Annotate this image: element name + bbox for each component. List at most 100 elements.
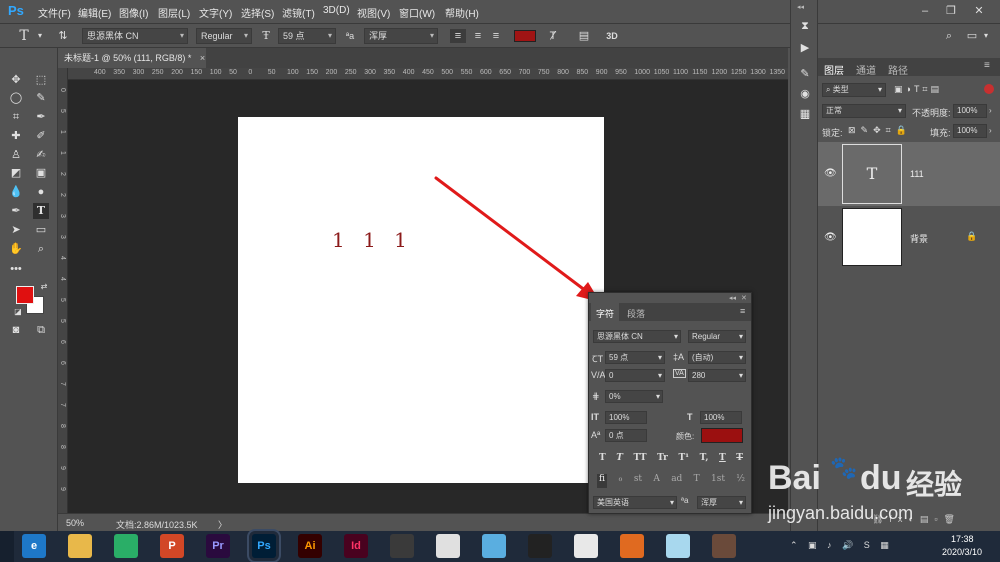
collapse-dock-icon[interactable]: ◂◂ [797,3,804,11]
cp-vertical-scale[interactable]: 100% [605,411,647,424]
zoom-tool-icon[interactable]: ⌕ [33,241,49,257]
toggle-orientation-icon[interactable]: ⇅ [55,29,71,43]
superscript-button[interactable]: T¹ [678,453,689,465]
properties-icon[interactable]: ⚌ [797,108,813,124]
character-panel-toggle-icon[interactable]: ▤ [576,29,592,43]
more-tools-icon[interactable]: ••• [8,261,24,277]
filter-icons[interactable]: ▣◑T⌗▤ [894,84,942,95]
dodge-tool-icon[interactable]: ● [33,184,49,200]
move-tool-icon[interactable]: ✥ [8,72,24,88]
cp-horizontal-scale[interactable]: 100% [700,411,742,424]
quick-select-tool-icon[interactable]: ✎ [33,90,49,106]
taskbar-app-ie[interactable]: e [22,534,46,558]
antialias-select[interactable]: 浑厚 ▾ [364,28,438,44]
cp-tsume[interactable]: 0% ▾ [605,390,663,403]
start-button[interactable] [0,531,14,562]
default-colors-icon[interactable]: ◪ [10,304,26,320]
menu-image[interactable]: 图像(I) [119,5,148,20]
titling-button[interactable]: T [694,474,700,488]
strikethrough-button[interactable]: T [736,453,743,465]
taskbar-app-app-orange[interactable] [620,534,644,558]
close-panel-icon[interactable]: ✕ [741,294,747,302]
type-tool-preset[interactable]: T [16,29,32,43]
align-right-icon[interactable]: ≡ [488,29,504,43]
taskbar-app-video[interactable] [390,534,414,558]
discretionary-ligatures-button[interactable]: ℴ [618,474,622,488]
faux-bold-button[interactable]: T [599,453,606,465]
marquee-tool-icon[interactable]: ⬚ [33,72,49,88]
layer-name[interactable]: 111 [910,169,924,179]
workspace-chevron-icon[interactable]: ▾ [978,29,994,43]
3d-button[interactable]: 3D [604,29,620,43]
underline-button[interactable]: T [719,453,726,465]
cp-antialias[interactable]: 浑厚 ▾ [697,496,746,509]
taskbar-app-app-blue[interactable] [482,534,506,558]
quick-mask-icon[interactable]: ◙ [8,322,24,338]
fill-input[interactable]: 100% [953,124,987,138]
history-panel-icon[interactable]: ⧗ [797,18,813,34]
opacity-input[interactable]: 100% [953,104,987,118]
crop-tool-icon[interactable]: ⌗ [8,109,24,125]
fill-chevron-icon[interactable]: › [989,126,992,135]
menu-help[interactable]: 帮助(H) [445,5,479,20]
swash-button[interactable]: A [653,474,660,488]
type-tool-icon[interactable]: T [33,203,49,219]
system-tray-icons[interactable]: ⌃ ▣ ♪ 🔊 S ▦ [790,540,893,551]
panel-menu-icon[interactable]: ≡ [984,60,990,71]
canvas-text-layer[interactable]: 1 1 1 [332,228,413,252]
fractions-button[interactable]: ½ [736,474,745,488]
clock-time[interactable]: 17:38 [951,534,974,544]
warp-text-icon[interactable]: Ⱦ [545,29,561,43]
menu-filter[interactable]: 滤镜(T) [282,5,315,20]
text-color-swatch[interactable] [514,30,536,42]
close-tab-icon[interactable]: × [200,53,205,63]
taskbar-app-chrome[interactable] [574,534,598,558]
blend-mode-select[interactable]: 正常 ▾ [822,104,906,118]
stylistic-button[interactable]: st [634,474,642,488]
layer-visibility-eye-icon[interactable]: 👁 [824,168,837,179]
ordinals-button[interactable]: 1st [711,474,725,488]
zoom-level[interactable]: 50% [66,518,84,528]
taskbar-app-photoshop[interactable]: Ps [247,529,281,562]
taskbar-app-indesign[interactable]: Id [344,534,368,558]
taskbar-app-wechat[interactable] [114,534,138,558]
hand-tool-icon[interactable]: ✋ [8,241,24,257]
layer-visibility-eye-icon[interactable]: 👁 [824,232,837,243]
close-icon[interactable]: ✕ [972,4,986,18]
path-selection-tool-icon[interactable]: ➤ [8,222,24,238]
tab-layers[interactable]: 图层 [824,62,844,77]
swap-colors-icon[interactable]: ⇄ [36,279,52,295]
menu-type[interactable]: 文字(Y) [199,5,232,20]
taskbar-app-app-lightblue[interactable] [666,534,690,558]
tab-paths[interactable]: 路径 [888,62,908,77]
menu-edit[interactable]: 编辑(E) [78,5,111,20]
cp-leading[interactable]: (自动) ▾ [688,351,746,364]
status-menu-icon[interactable]: 〉 [218,518,227,531]
all-caps-button[interactable]: TT [634,453,647,465]
cp-font-family[interactable]: 思源黑体 CN ▾ [593,330,681,343]
tab-character[interactable]: 字符 [596,307,614,320]
subscript-button[interactable]: T, [700,453,709,465]
font-style-select[interactable]: Regular ▾ [196,28,252,44]
clone-stamp-tool-icon[interactable]: ♙ [8,147,24,163]
layer-row-background[interactable]: 👁 背景 🔒 [818,208,1000,270]
cp-color-swatch[interactable] [701,428,743,443]
eyedropper-tool-icon[interactable]: ✒ [33,109,49,125]
menu-view[interactable]: 视图(V) [357,5,390,20]
tab-channels[interactable]: 通道 [856,62,876,77]
tab-paragraph[interactable]: 段落 [627,307,645,320]
taskbar-app-qq[interactable] [528,534,552,558]
search-icon[interactable]: ⌕ [941,29,957,43]
menu-file[interactable]: 文件(F) [38,5,71,20]
cp-font-size[interactable]: 59 点 ▾ [605,351,665,364]
filter-toggle-icon[interactable] [984,84,994,94]
align-center-icon[interactable]: ≡ [470,29,486,43]
taskbar-app-avatar[interactable] [712,534,736,558]
preset-chevron-icon[interactable]: ▾ [32,29,48,43]
pen-tool-icon[interactable]: ✒ [8,203,24,219]
menu-3d[interactable]: 3D(D) [323,5,350,16]
menu-layer[interactable]: 图层(L) [158,5,190,20]
font-size-select[interactable]: 59 点 ▾ [278,28,336,44]
opacity-chevron-icon[interactable]: › [989,106,992,115]
actions-play-icon[interactable]: ▶ [797,40,813,56]
